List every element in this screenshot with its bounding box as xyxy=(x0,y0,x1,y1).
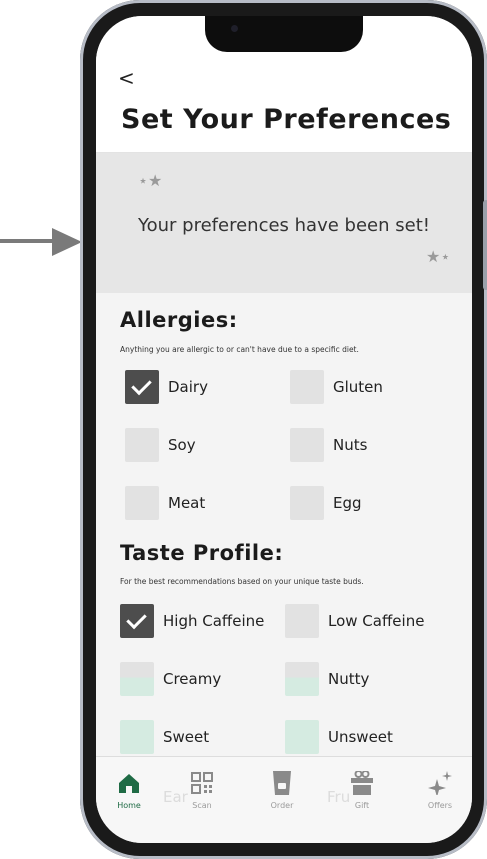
option-label: Gluten xyxy=(333,378,383,396)
tab-order[interactable]: Order xyxy=(247,757,317,817)
taste-option-unsweet[interactable]: Unsweet xyxy=(285,720,445,754)
checkbox[interactable] xyxy=(120,720,154,754)
option-label: Sweet xyxy=(163,728,210,746)
bottom-tab-bar: Ear Fru Home Scan Order Gift Offers xyxy=(96,756,472,843)
option-label: Nutty xyxy=(328,670,370,688)
taste-option-low-caffeine[interactable]: Low Caffeine xyxy=(285,604,445,638)
taste-option-high-caffeine[interactable]: High Caffeine xyxy=(120,604,280,638)
allergy-option-nuts[interactable]: Nuts xyxy=(290,428,420,462)
option-label: Nuts xyxy=(333,436,368,454)
checkbox[interactable] xyxy=(125,486,159,520)
qr-code-icon xyxy=(191,772,213,794)
page-title: Set Your Preferences xyxy=(121,104,452,135)
checkbox[interactable] xyxy=(125,428,159,462)
checkbox[interactable] xyxy=(285,662,319,696)
allergy-option-meat[interactable]: Meat xyxy=(125,486,255,520)
tab-label: Offers xyxy=(427,801,453,810)
sparkle-icon xyxy=(428,771,452,795)
taste-profile-title: Taste Profile: xyxy=(120,541,284,565)
allergy-option-soy[interactable]: Soy xyxy=(125,428,255,462)
option-label: Low Caffeine xyxy=(328,612,425,630)
allergies-subtitle: Anything you are allergic to or can't ha… xyxy=(120,345,359,354)
tab-offers[interactable]: Offers xyxy=(405,757,472,817)
cup-icon xyxy=(273,771,291,795)
allergy-option-egg[interactable]: Egg xyxy=(290,486,420,520)
checkbox[interactable] xyxy=(285,720,319,754)
taste-option-nutty[interactable]: Nutty xyxy=(285,662,445,696)
tab-gift[interactable]: Gift xyxy=(327,757,397,817)
checkbox[interactable] xyxy=(285,604,319,638)
checkbox[interactable] xyxy=(120,662,154,696)
taste-option-sweet[interactable]: Sweet xyxy=(120,720,280,754)
checkbox[interactable] xyxy=(120,604,154,638)
option-label: Egg xyxy=(333,494,362,512)
gift-icon xyxy=(351,771,373,795)
front-camera xyxy=(231,25,238,32)
checkbox[interactable] xyxy=(125,370,159,404)
checkbox[interactable] xyxy=(290,370,324,404)
checkbox[interactable] xyxy=(290,428,324,462)
confirmation-message: Your preferences have been set! xyxy=(138,215,430,236)
option-label: Soy xyxy=(168,436,196,454)
confirmation-banner: ⋆★ Your preferences have been set! ★⋆ xyxy=(96,153,472,293)
option-label: Meat xyxy=(168,494,206,512)
phone-frame: < Set Your Preferences ⋆★ Your preferenc… xyxy=(80,0,487,859)
allergies-title: Allergies: xyxy=(120,308,238,332)
sparkle-icon: ★⋆ xyxy=(426,247,451,266)
tab-label: Home xyxy=(117,801,141,810)
phone-side-button xyxy=(483,200,487,290)
tab-label: Order xyxy=(270,801,294,810)
option-label: Dairy xyxy=(168,378,208,396)
tab-label: Gift xyxy=(354,801,370,810)
option-label: Unsweet xyxy=(328,728,393,746)
checkbox[interactable] xyxy=(290,486,324,520)
option-label: High Caffeine xyxy=(163,612,265,630)
allergy-option-gluten[interactable]: Gluten xyxy=(290,370,420,404)
taste-profile-subtitle: For the best recommendations based on yo… xyxy=(120,577,364,586)
option-label: Creamy xyxy=(163,670,222,688)
allergy-option-dairy[interactable]: Dairy xyxy=(125,370,255,404)
taste-option-creamy[interactable]: Creamy xyxy=(120,662,280,696)
tab-scan[interactable]: Scan xyxy=(167,757,237,817)
sparkle-icon: ⋆★ xyxy=(138,171,163,190)
phone-screen: < Set Your Preferences ⋆★ Your preferenc… xyxy=(96,16,472,843)
tab-label: Scan xyxy=(192,801,212,810)
notch xyxy=(205,16,363,52)
tab-home[interactable]: Home xyxy=(96,757,164,817)
back-button[interactable]: < xyxy=(118,68,135,88)
annotation-arrow xyxy=(0,228,82,256)
home-icon xyxy=(119,774,139,793)
